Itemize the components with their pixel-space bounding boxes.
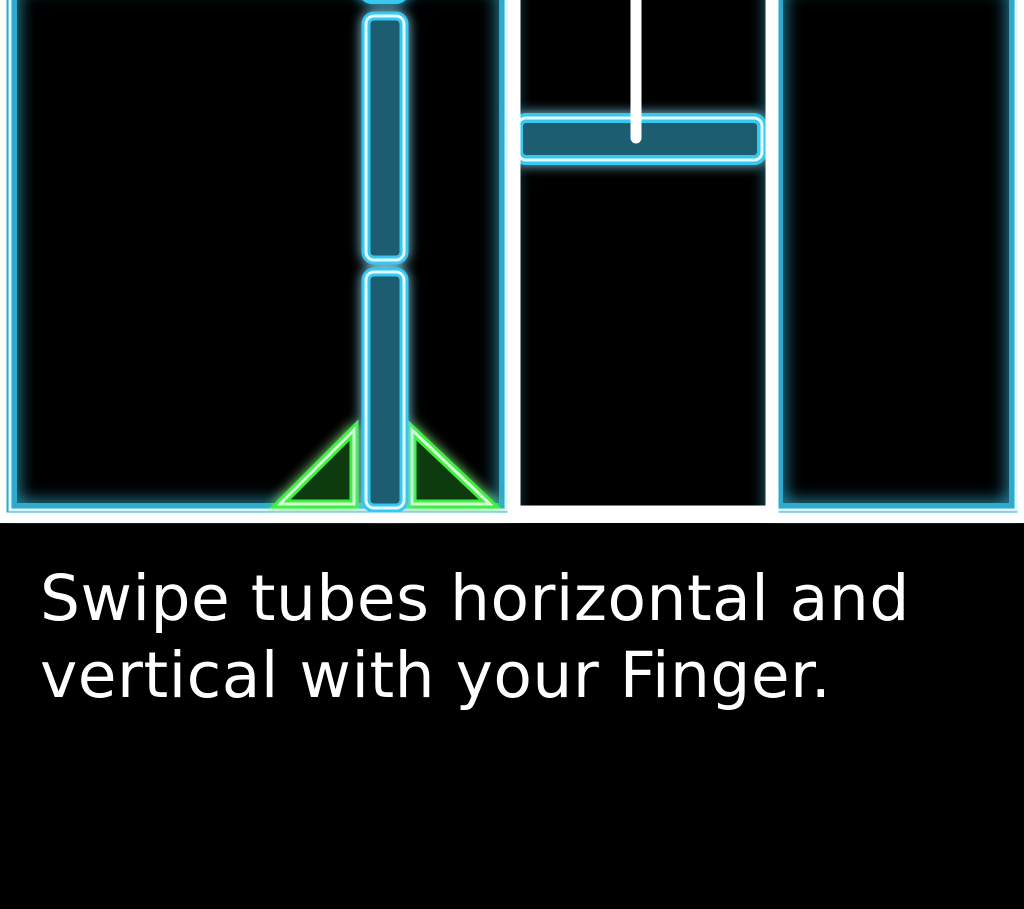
selected-column-frame[interactable]	[507, 0, 779, 519]
left-panel	[3, 0, 513, 517]
instruction-text: Swipe tubes horizontal and vertical with…	[40, 560, 1000, 714]
right-panel	[769, 0, 1023, 517]
instruction-line-1: Swipe tubes horizontal and	[40, 562, 910, 635]
instruction-line-2: vertical with your Finger.	[40, 639, 832, 712]
game-board[interactable]	[0, 0, 1024, 524]
vertical-tube-icon[interactable]	[361, 0, 409, 513]
